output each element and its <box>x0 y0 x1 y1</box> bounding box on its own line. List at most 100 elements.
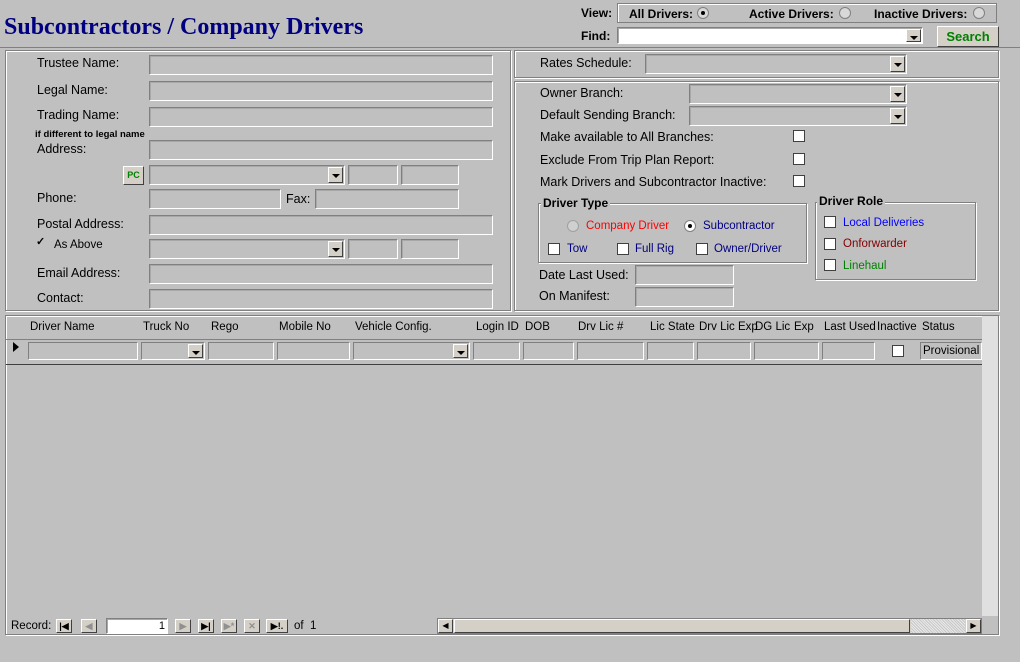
grid-vertical-scrollbar[interactable] <box>982 316 998 616</box>
of-label: of <box>294 620 304 632</box>
last-record-button[interactable]: ▶| <box>198 619 214 633</box>
scroll-left-icon[interactable]: ◀ <box>438 619 453 633</box>
date-last-used-field[interactable] <box>635 265 734 285</box>
chevron-down-icon[interactable] <box>890 86 905 102</box>
legal-name-label: Legal Name: <box>37 83 108 97</box>
subcontractor-radio[interactable] <box>684 220 696 232</box>
horizontal-scrollbar[interactable]: ◀ ▶ <box>437 618 982 634</box>
col-last-used: Last Used <box>824 321 876 333</box>
trading-name-field[interactable] <box>149 107 493 127</box>
chevron-down-icon[interactable] <box>453 344 468 358</box>
contact-label: Contact: <box>37 291 84 305</box>
driver-role-title: Driver Role <box>817 194 886 208</box>
chevron-down-icon[interactable] <box>890 56 905 72</box>
cell-login-id[interactable] <box>473 342 520 360</box>
total-records: 1 <box>310 620 317 632</box>
col-rego: Rego <box>211 321 239 333</box>
exclude-trip-checkbox[interactable] <box>793 153 805 165</box>
company-driver-radio[interactable] <box>567 220 579 232</box>
full-rig-checkbox[interactable] <box>617 243 629 255</box>
chevron-down-icon[interactable] <box>188 344 203 358</box>
delete-record-button[interactable]: ✕ <box>244 619 260 633</box>
address-field[interactable] <box>149 140 493 160</box>
chevron-down-icon[interactable] <box>328 241 343 257</box>
tow-label: Tow <box>567 243 588 255</box>
chevron-down-icon[interactable] <box>890 108 905 124</box>
cell-drv-lic-exp[interactable] <box>697 342 751 360</box>
email-field[interactable] <box>149 264 493 284</box>
as-above-checkbox[interactable] <box>35 235 47 250</box>
phone-field[interactable] <box>149 189 281 209</box>
col-mobile-no: Mobile No <box>279 321 331 333</box>
trading-name-label: Trading Name: <box>37 108 120 122</box>
scroll-right-icon[interactable]: ▶ <box>966 619 981 633</box>
next-record-button[interactable]: ▶ <box>175 619 191 633</box>
cell-dob[interactable] <box>523 342 574 360</box>
record-selector-icon[interactable] <box>13 342 19 352</box>
postal-address-field[interactable] <box>149 215 493 235</box>
on-manifest-field[interactable] <box>635 287 734 307</box>
owner-driver-checkbox[interactable] <box>696 243 708 255</box>
postcode-button[interactable]: PC <box>123 166 144 185</box>
postcode-button-label: PC <box>127 170 140 180</box>
cell-driver-name[interactable] <box>28 342 138 360</box>
prev-record-button[interactable]: ◀ <box>81 619 97 633</box>
date-last-used-label: Date Last Used: <box>539 268 629 282</box>
cell-dg-lic[interactable] <box>754 342 819 360</box>
cell-mobile-no[interactable] <box>277 342 350 360</box>
scroll-track[interactable] <box>911 619 965 633</box>
trading-name-note: if different to legal name <box>35 129 145 140</box>
postcode-field[interactable] <box>401 165 459 185</box>
cell-last-used[interactable] <box>822 342 875 360</box>
postal-suburb-combo[interactable] <box>149 239 345 259</box>
search-button[interactable]: Search <box>937 26 999 47</box>
full-rig-label: Full Rig <box>635 243 674 255</box>
postal-postcode-field[interactable] <box>401 239 459 259</box>
last-page-button[interactable]: ▶!. <box>266 619 288 633</box>
fax-label: Fax: <box>286 192 311 206</box>
record-number-value: 1 <box>158 620 165 632</box>
cell-inactive-checkbox[interactable] <box>892 345 904 357</box>
col-vehicle-config: Vehicle Config. <box>355 321 432 333</box>
suburb-combo[interactable] <box>149 165 345 185</box>
status-value: Provisional <box>923 345 980 357</box>
cell-lic-state[interactable] <box>647 342 694 360</box>
phone-label: Phone: <box>37 191 77 205</box>
email-label: Email Address: <box>37 266 121 280</box>
mark-inactive-checkbox[interactable] <box>793 175 805 187</box>
cell-rego[interactable] <box>208 342 274 360</box>
col-status: Status <box>922 321 955 333</box>
linehaul-checkbox[interactable] <box>824 259 836 271</box>
state-field[interactable] <box>348 165 398 185</box>
view-active-radio[interactable] <box>839 7 851 19</box>
cell-status[interactable]: Provisional <box>920 342 982 360</box>
cell-drv-lic[interactable] <box>577 342 644 360</box>
fax-field[interactable] <box>315 189 459 209</box>
rates-schedule-combo[interactable] <box>645 54 907 74</box>
first-record-button[interactable]: |◀ <box>56 619 72 633</box>
chevron-down-icon[interactable] <box>906 29 921 42</box>
local-deliveries-checkbox[interactable] <box>824 216 836 228</box>
postal-state-field[interactable] <box>348 239 398 259</box>
new-record-button[interactable]: ▶* <box>221 619 237 633</box>
cell-truck-no[interactable] <box>141 342 205 360</box>
cell-vehicle-config[interactable] <box>353 342 470 360</box>
owner-branch-combo[interactable] <box>689 84 907 104</box>
contact-field[interactable] <box>149 289 493 309</box>
scroll-thumb[interactable] <box>454 619 910 633</box>
col-inactive: Inactive <box>877 321 917 333</box>
as-above-label: As Above <box>54 239 103 251</box>
onforwarder-checkbox[interactable] <box>824 238 836 250</box>
legal-name-field[interactable] <box>149 81 493 101</box>
find-combo[interactable] <box>617 27 923 44</box>
trustee-name-field[interactable] <box>149 55 493 75</box>
subcontractor-label: Subcontractor <box>703 220 775 232</box>
chevron-down-icon[interactable] <box>328 167 343 183</box>
default-sending-branch-combo[interactable] <box>689 106 907 126</box>
owner-branch-label: Owner Branch: <box>540 86 624 100</box>
tow-checkbox[interactable] <box>548 243 560 255</box>
view-all-radio[interactable] <box>697 7 709 19</box>
all-branches-checkbox[interactable] <box>793 130 805 142</box>
view-inactive-radio[interactable] <box>973 7 985 19</box>
record-number-input[interactable]: 1 <box>106 618 168 634</box>
